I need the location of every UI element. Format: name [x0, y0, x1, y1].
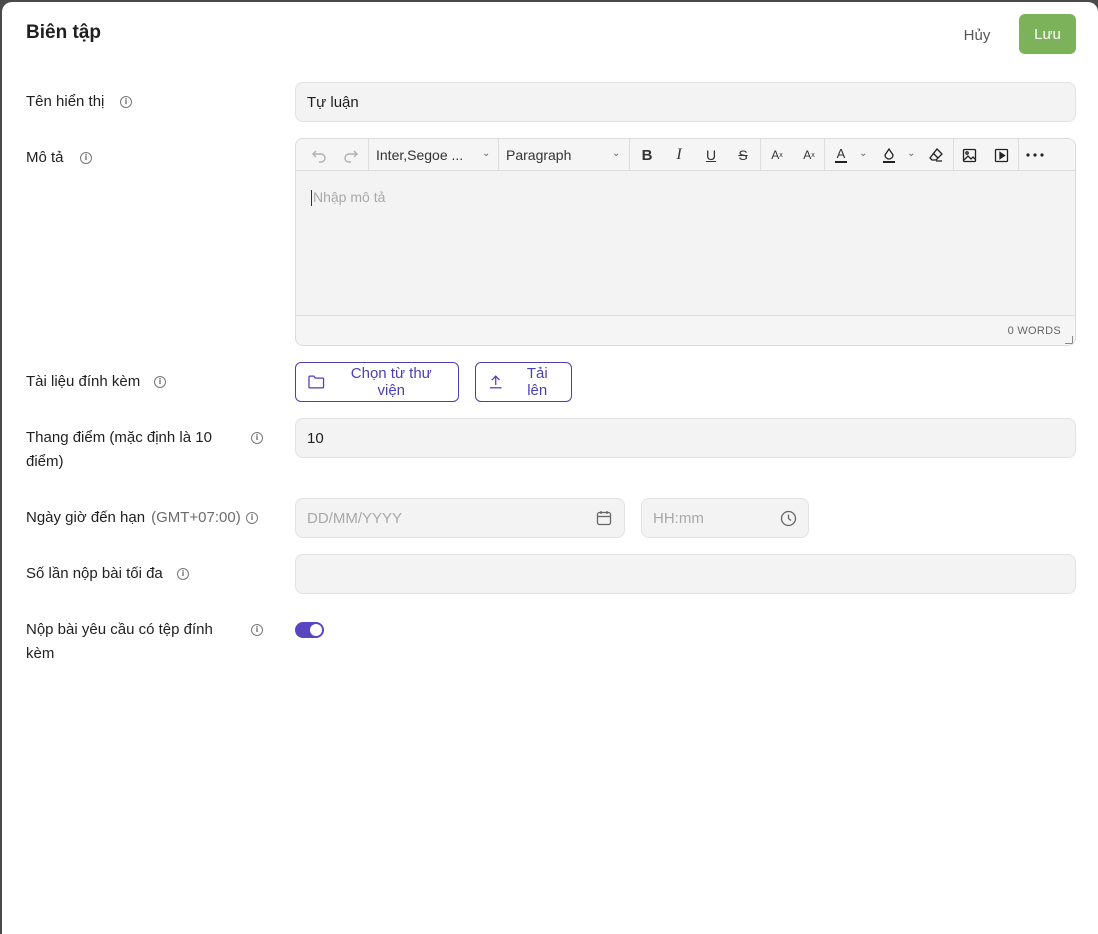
dialog-header: Biên tập Hủy Lưu: [2, 2, 1098, 68]
info-icon[interactable]: i: [154, 376, 166, 388]
info-icon[interactable]: i: [251, 624, 263, 636]
calendar-icon[interactable]: [596, 510, 612, 526]
bold-icon[interactable]: B: [634, 139, 660, 171]
cancel-button[interactable]: Hủy: [948, 16, 1006, 54]
editor-statusbar: 0 WORDS: [296, 315, 1075, 345]
strikethrough-icon[interactable]: S: [730, 139, 756, 171]
info-icon[interactable]: i: [251, 432, 263, 444]
description-placeholder: Nhập mô tả: [313, 189, 386, 205]
word-count: 0 WORDS: [1007, 325, 1061, 337]
superscript-icon[interactable]: Ax: [764, 139, 790, 171]
folder-icon: [308, 375, 325, 389]
undo-icon[interactable]: [306, 139, 332, 171]
attachments-label: Tài liệu đính kèm: [26, 373, 141, 390]
chevron-down-icon: ⌄: [612, 148, 621, 159]
save-button[interactable]: Lưu: [1019, 14, 1076, 54]
display-name-label: Tên hiển thị: [26, 93, 105, 110]
due-date-label: Ngày giờ đến hạn (GMT+07:00): [26, 506, 241, 530]
score-scale-label: Thang điểm (mặc định là 10 điểm): [26, 429, 212, 470]
rich-text-editor: Inter,Segoe ... ⌄ Paragraph ⌄ B I U S Ax…: [295, 138, 1076, 346]
upload-button[interactable]: Tải lên: [475, 362, 572, 402]
text-color-icon[interactable]: A: [828, 139, 854, 171]
chevron-down-icon: ⌄: [482, 148, 491, 159]
display-name-input[interactable]: [295, 82, 1076, 122]
italic-icon[interactable]: I: [666, 139, 692, 171]
info-icon[interactable]: i: [120, 96, 132, 108]
choose-from-library-label: Chọn từ thư viện: [350, 365, 432, 399]
block-format-value: Paragraph: [506, 147, 572, 163]
upload-label: Tải lên: [526, 365, 548, 399]
more-icon[interactable]: [1022, 139, 1048, 171]
toggle-knob: [310, 624, 322, 636]
info-icon[interactable]: i: [177, 568, 189, 580]
editor-toolbar: Inter,Segoe ... ⌄ Paragraph ⌄ B I U S Ax…: [296, 139, 1075, 171]
redo-icon[interactable]: [338, 139, 364, 171]
image-icon[interactable]: [956, 139, 982, 171]
timezone-text: (GMT+07:00): [151, 509, 241, 526]
block-format-select[interactable]: Paragraph: [498, 139, 629, 171]
clock-icon[interactable]: [780, 510, 797, 527]
choose-from-library-button[interactable]: Chọn từ thư viện: [295, 362, 459, 402]
due-date-label-text: Ngày giờ đến hạn: [26, 509, 146, 526]
max-submissions-input[interactable]: [295, 554, 1076, 594]
dialog-title: Biên tập: [26, 22, 101, 43]
clear-format-icon[interactable]: [923, 139, 949, 171]
highlight-icon[interactable]: [876, 139, 902, 171]
due-date-input[interactable]: [295, 498, 625, 538]
info-icon[interactable]: i: [246, 512, 258, 524]
score-scale-input[interactable]: [295, 418, 1076, 458]
font-family-value: Inter,Segoe ...: [376, 147, 464, 163]
video-icon[interactable]: [988, 139, 1014, 171]
info-icon[interactable]: i: [80, 152, 92, 164]
font-family-select[interactable]: Inter,Segoe ...: [368, 139, 498, 171]
chevron-down-icon[interactable]: ⌄: [859, 148, 867, 159]
resize-handle-icon[interactable]: [1065, 336, 1073, 344]
description-textarea[interactable]: Nhập mô tả: [296, 171, 1075, 315]
max-submissions-label: Số lần nộp bài tối đa: [26, 565, 163, 582]
require-file-toggle[interactable]: [295, 622, 324, 638]
edit-dialog: Biên tập Hủy Lưu Tên hiển thị i Mô tả i …: [2, 2, 1098, 934]
description-label: Mô tả: [26, 149, 64, 166]
underline-icon[interactable]: U: [698, 139, 724, 171]
require-file-label: Nộp bài yêu cầu có tệp đính kèm: [26, 621, 213, 662]
subscript-icon[interactable]: Ax: [796, 139, 822, 171]
upload-icon: [489, 375, 502, 389]
chevron-down-icon[interactable]: ⌄: [907, 148, 915, 159]
